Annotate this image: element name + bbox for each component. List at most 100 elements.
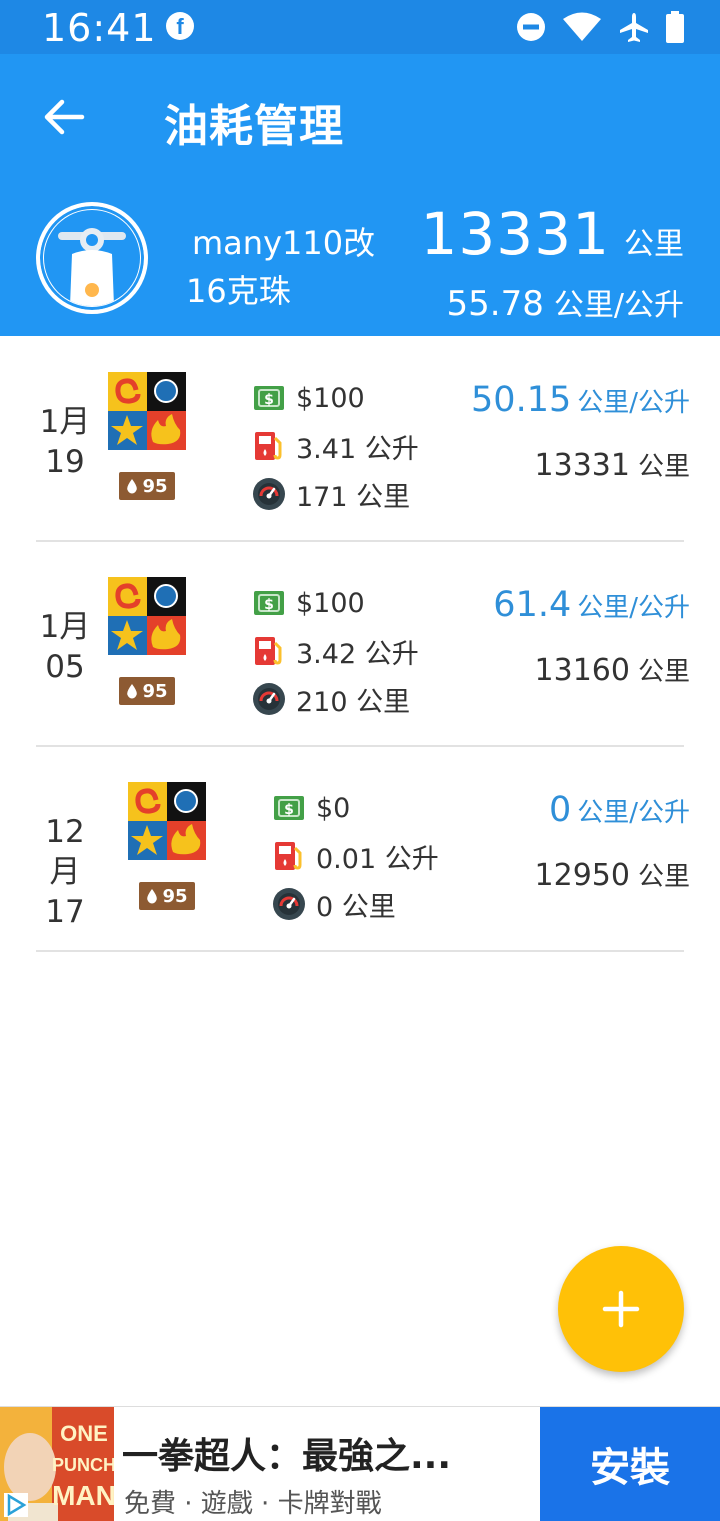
fuel-drop-icon [127,684,138,699]
cost-row: $ $100 [252,374,419,422]
fuel-pump-icon [252,429,286,463]
airplane-mode-icon [620,13,648,42]
fuel-pump-icon [272,839,306,873]
record-month: 1月 [39,609,91,645]
fuel-grade: 95 [142,475,168,497]
cost-row: $ $100 [252,579,419,627]
fuel-grade-badge: 95 [119,677,175,705]
speedometer-icon [272,887,306,921]
cash-icon: $ [252,586,286,620]
svg-text:PUNCH: PUNCH [52,1455,114,1475]
distance-row: 0 公里 [272,880,439,928]
record-efficiency: 0 公里/公升 [549,790,690,830]
ad-banner[interactable]: ONE PUNCH MAN 一拳超人：最強之... 免費 · 遊戲 · 卡牌對戰… [0,1406,720,1521]
record-details: $ $0 0.01 公升 0 公里 [272,784,439,928]
wifi-icon [563,12,601,41]
refuel-record-row[interactable]: 1月 19 95 $ $100 3.41 公升 171 公里 50.15 公里/… [0,338,720,543]
cost-row: $ $0 [272,784,439,832]
fuel-grade: 95 [142,680,168,702]
record-efficiency-unit: 公里/公升 [577,593,690,623]
status-icons [516,10,684,44]
record-cost: $100 [296,587,365,619]
record-cost: $100 [296,382,365,414]
scooter-icon [58,228,126,306]
record-date: 12月 17 [30,812,100,932]
facebook-notification-icon: f [166,12,194,40]
gas-station-logo-icon [108,372,186,450]
fuel-drop-icon [147,889,158,904]
distance-row: 171 公里 [252,470,419,518]
record-efficiency-value: 50.15 [471,380,572,420]
liters-row: 3.41 公升 [252,422,419,470]
ad-title[interactable]: 一拳超人：最強之... [122,1427,522,1479]
fuel-grade-badge: 95 [139,882,195,910]
page-title: 油耗管理 [164,101,344,152]
svg-text:$: $ [264,597,274,613]
speedometer-icon [252,477,286,511]
record-odometer-value: 13331 [534,448,630,483]
record-odometer-value: 12950 [534,858,630,893]
liters-row: 3.42 公升 [252,627,419,675]
svg-text:ONE: ONE [60,1421,108,1446]
distance-row: 210 公里 [252,675,419,723]
cash-icon: $ [252,381,286,415]
record-odometer-unit: 公里 [637,657,690,687]
record-distance: 0 公里 [316,891,396,923]
record-efficiency-unit: 公里/公升 [577,798,690,828]
adchoices-icon[interactable] [4,1493,28,1517]
gas-station-logo-icon [128,782,206,860]
average-efficiency-value: 55.78 [446,284,544,324]
record-odometer-value: 13160 [534,653,630,688]
record-odometer-unit: 公里 [637,452,690,482]
gas-station-logo-icon [108,577,186,655]
plus-icon [602,1290,640,1328]
record-efficiency-value: 0 [548,790,572,830]
app-header: 油耗管理 many110改 16克珠 13331 公里 55.78 公里/公升 [0,54,720,336]
back-arrow-icon[interactable] [40,94,86,140]
svg-text:$: $ [264,392,274,408]
record-efficiency: 50.15 公里/公升 [471,380,690,420]
record-day: 05 [45,649,85,685]
total-mileage: 13331 公里 [420,200,684,268]
record-odometer-unit: 公里 [637,862,690,892]
fuel-pump-icon [252,634,286,668]
ad-install-button[interactable]: 安裝 [540,1407,720,1521]
record-liters: 3.41 公升 [296,433,419,465]
refuel-record-row[interactable]: 1月 05 95 $ $100 3.42 公升 210 公里 61.4 公里/公… [0,543,720,748]
record-efficiency: 61.4 公里/公升 [493,585,690,625]
add-record-button[interactable] [558,1246,684,1372]
liters-row: 0.01 公升 [272,832,439,880]
record-month: 1月 [39,404,91,440]
do-not-disturb-icon [517,13,545,41]
record-distance: 210 公里 [296,686,411,718]
record-liters: 0.01 公升 [316,843,439,875]
record-month: 12月 [45,814,85,890]
cash-icon: $ [272,791,306,825]
record-distance: 171 公里 [296,481,411,513]
row-divider [36,950,684,952]
record-cost: $0 [316,792,351,824]
vehicle-avatar[interactable] [36,202,148,314]
average-efficiency-unit: 公里/公升 [553,288,684,323]
total-mileage-value: 13331 [420,200,610,268]
fuel-grade: 95 [162,885,188,907]
row-divider [36,540,684,542]
ad-subtitle: 免費 · 遊戲 · 卡牌對戰 [124,1489,382,1519]
record-details: $ $100 3.41 公升 171 公里 [252,374,419,518]
fuel-drop-icon [127,479,138,494]
record-date: 1月 19 [30,402,100,482]
record-odometer: 13331 公里 [535,446,690,483]
record-details: $ $100 3.42 公升 210 公里 [252,579,419,723]
record-odometer: 13160 公里 [535,651,690,688]
record-efficiency-value: 61.4 [493,585,572,625]
total-mileage-unit: 公里 [624,227,684,262]
status-time: 16:41 [42,6,157,50]
refuel-record-row[interactable]: 12月 17 95 $ $0 0.01 公升 0 公里 0 公里/公升 1295… [0,748,720,953]
average-efficiency: 55.78 公里/公升 [447,280,684,324]
row-divider [36,745,684,747]
record-odometer: 12950 公里 [535,856,690,893]
record-efficiency-unit: 公里/公升 [577,388,690,418]
vehicle-name: many110改 [192,224,376,262]
svg-text:MAN: MAN [52,1480,114,1511]
svg-text:$: $ [284,802,294,818]
